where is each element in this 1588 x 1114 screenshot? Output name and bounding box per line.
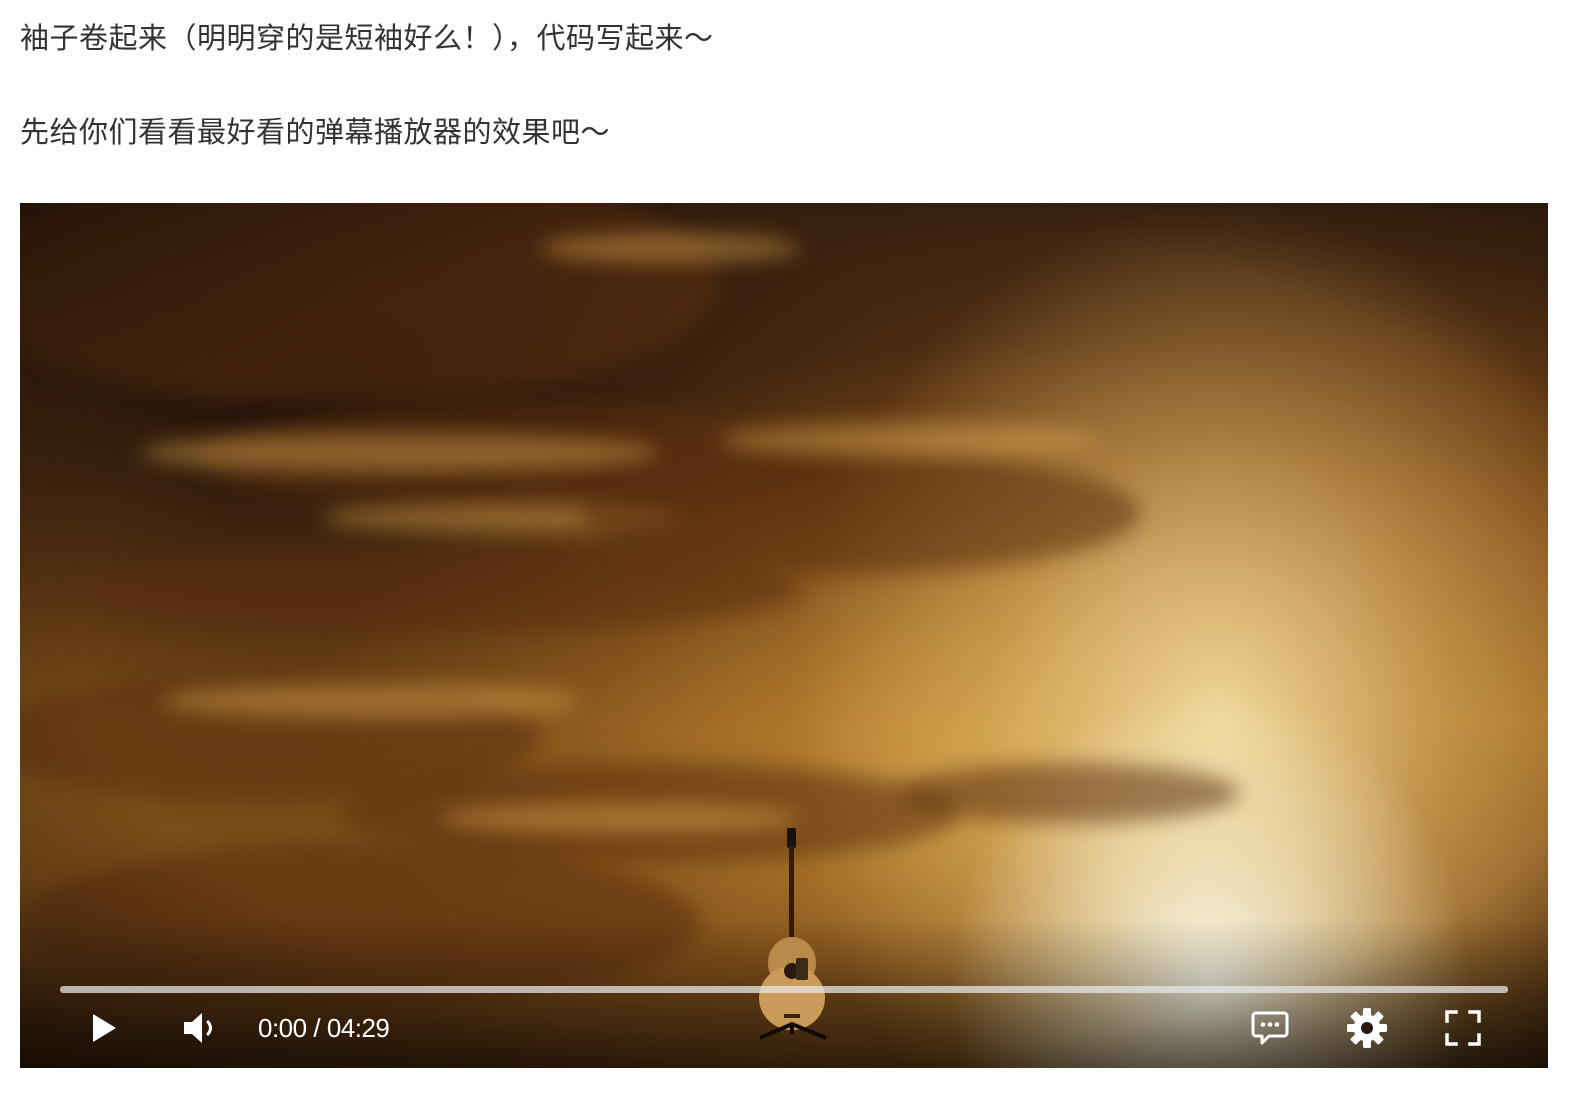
time-separator: / bbox=[313, 1013, 321, 1043]
danmaku-toggle-button[interactable] bbox=[1248, 1006, 1292, 1050]
fullscreen-button[interactable] bbox=[1441, 1006, 1485, 1050]
progress-bar[interactable] bbox=[60, 986, 1508, 993]
settings-button[interactable] bbox=[1345, 1006, 1389, 1050]
play-button[interactable] bbox=[82, 1006, 126, 1050]
gear-icon bbox=[1347, 1008, 1387, 1048]
article-paragraph: 袖子卷起来（明明穿的是短袖好么！），代码写起来～ bbox=[20, 21, 714, 55]
current-time: 0:00 bbox=[258, 1013, 307, 1043]
play-icon bbox=[93, 1014, 116, 1042]
danmaku-video-player[interactable]: 0:00 / 04:29 bbox=[20, 203, 1548, 1068]
fullscreen-icon bbox=[1445, 1010, 1481, 1046]
volume-icon bbox=[184, 1013, 212, 1043]
control-bar: 0:00 / 04:29 bbox=[20, 998, 1548, 1058]
volume-button[interactable] bbox=[178, 1006, 222, 1050]
danmaku-icon bbox=[1251, 1011, 1289, 1045]
time-display: 0:00 / 04:29 bbox=[258, 1012, 390, 1044]
article-paragraph: 先给你们看看最好看的弹幕播放器的效果吧～ bbox=[20, 115, 611, 149]
duration: 04:29 bbox=[326, 1013, 390, 1043]
